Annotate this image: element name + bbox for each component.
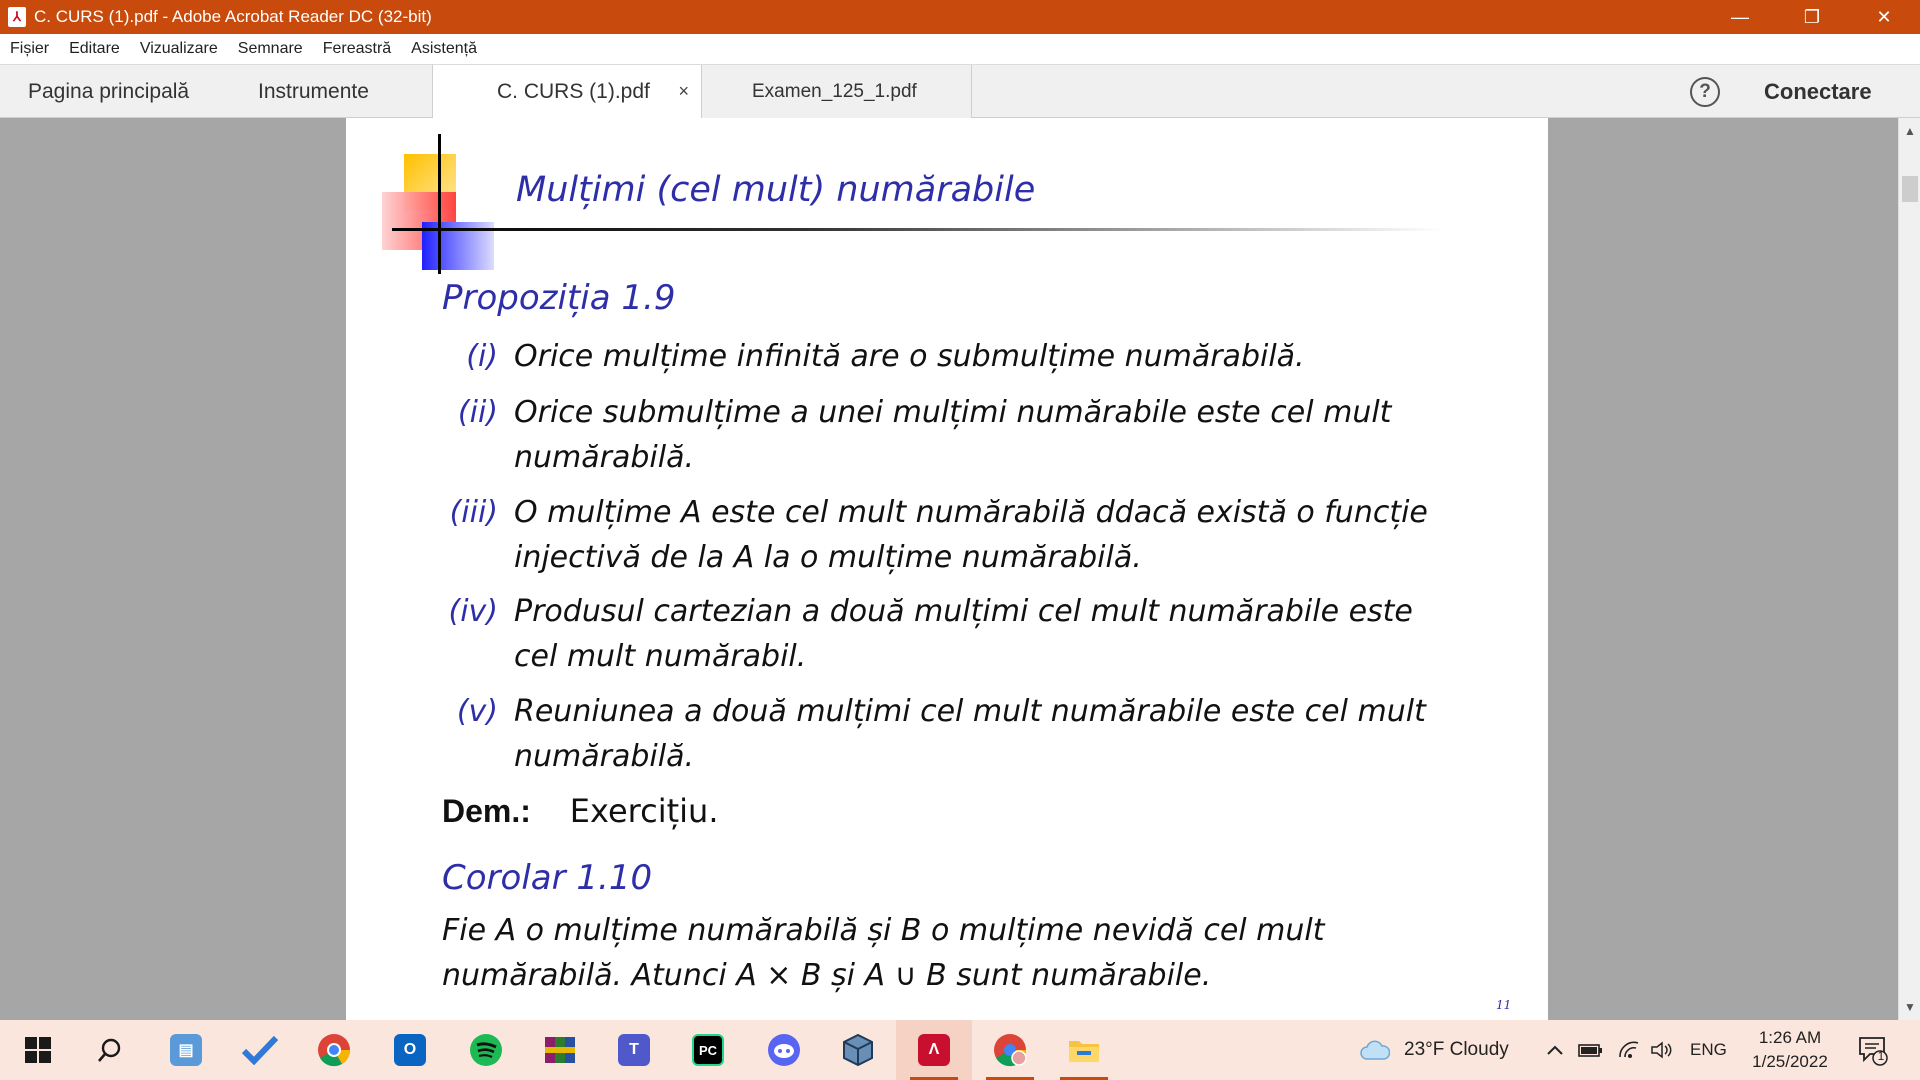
wifi-icon[interactable] [1618,1020,1640,1080]
proposition-heading: Propoziția 1.9 [442,278,676,318]
weather-text: 23°F Cloudy [1404,1039,1509,1060]
item-number: (ii) [457,395,498,430]
title-rule [392,228,1442,231]
connect-button[interactable]: Conectare [1764,65,1872,118]
title-bar: ⅄ C. CURS (1).pdf - Adobe Acrobat Reader… [0,0,1920,34]
cloud-icon [1360,1040,1390,1060]
tab-document-active[interactable]: C. CURS (1).pdf × [432,65,702,118]
proof-label: Dem.: [442,793,531,829]
volume-icon[interactable] [1650,1020,1672,1080]
menu-bar: Fișier Editare Vizualizare Semnare Ferea… [0,34,1920,64]
item-number: (i) [466,339,498,374]
file-explorer-icon[interactable] [1046,1020,1122,1080]
restore-icon[interactable]: ❐ [1776,0,1848,34]
tab-home[interactable]: Pagina principală [28,65,189,118]
item-number: (iv) [448,594,499,629]
weather-widget[interactable]: 23°F Cloudy [1360,1020,1509,1080]
virtualbox-icon[interactable] [820,1020,896,1080]
acrobat-taskbar-icon[interactable]: Λ [896,1020,972,1080]
item-number: (iii) [449,495,498,530]
taskbar: ▤ O T PC Λ 23°F Cloudy ENG 1:26 AM 1/25/… [0,1020,1920,1080]
notification-count: 1 [1877,1049,1885,1063]
proof-line: Dem.: Exercițiu. [442,792,718,830]
menu-edit[interactable]: Editare [69,40,120,58]
document-viewport[interactable]: Mulțimi (cel mult) numărabile Propoziția… [0,118,1898,1020]
scroll-thumb[interactable] [1902,176,1918,202]
tab-document-label: C. CURS (1).pdf [497,79,650,103]
pycharm-icon[interactable]: PC [670,1020,746,1080]
notification-icon[interactable]: 1 [1856,1034,1890,1066]
item-number: (v) [456,694,498,729]
window-title: C. CURS (1).pdf - Adobe Acrobat Reader D… [34,7,432,26]
spotify-icon[interactable] [448,1020,524,1080]
close-icon[interactable]: ✕ [1848,0,1920,34]
menu-file[interactable]: Fișier [10,40,49,58]
start-icon[interactable] [0,1020,76,1080]
clock[interactable]: 1:26 AM 1/25/2022 [1740,1026,1840,1074]
menu-view[interactable]: Vizualizare [140,40,218,58]
scroll-up-icon[interactable]: ▲ [1899,120,1920,142]
menu-window[interactable]: Fereastră [323,40,391,58]
search-icon[interactable] [72,1020,148,1080]
chrome-profile-icon[interactable] [972,1020,1048,1080]
clock-time: 1:26 AM [1758,1028,1822,1047]
scroll-down-icon[interactable]: ▼ [1899,996,1920,1018]
tab-bar: Pagina principală Instrumente C. CURS (1… [0,64,1920,118]
item-text: Orice submulțime a unei mulțimi numărabi… [514,395,1392,475]
menu-sign[interactable]: Semnare [238,40,303,58]
laptop-icon[interactable]: ▤ [148,1020,224,1080]
page-number: 11 [1496,998,1512,1012]
corollary-heading: Corolar 1.10 [442,858,653,898]
show-hidden-icons-icon[interactable] [1546,1020,1564,1080]
outlook-icon[interactable]: O [372,1020,448,1080]
language-indicator[interactable]: ENG [1690,1020,1727,1080]
minimize-icon[interactable]: — [1704,0,1776,34]
winrar-icon[interactable] [522,1020,598,1080]
close-tab-icon[interactable]: × [678,81,689,102]
pdf-page: Mulțimi (cel mult) numărabile Propoziția… [346,118,1548,1020]
discord-icon[interactable] [746,1020,822,1080]
chrome-icon[interactable] [296,1020,372,1080]
todo-icon[interactable] [222,1020,298,1080]
clock-date: 1/25/2022 [1752,1052,1828,1071]
menu-help[interactable]: Asistență [411,40,477,58]
item-text: Produsul cartezian a două mulțimi cel mu… [514,594,1413,674]
item-text: Orice mulțime infinită are o submulțime … [514,339,1305,374]
item-text: O mulțime A este cel mult numărabilă dda… [514,495,1428,575]
vertical-scrollbar[interactable]: ▲ ▼ [1898,118,1920,1020]
corollary-text: Fie A o mulțime numărabilă și B o mulțim… [442,913,1325,993]
acrobat-icon: ⅄ [8,7,26,27]
help-icon[interactable]: ? [1690,77,1720,107]
item-text: Reuniunea a două mulțimi cel mult număra… [514,694,1426,774]
tab-tools[interactable]: Instrumente [258,65,369,118]
battery-icon[interactable] [1578,1020,1604,1080]
tab-document-other-label: Examen_125_1.pdf [752,80,917,102]
decor-vertical-line [438,134,441,274]
proof-value: Exercițiu. [569,792,719,830]
teams-icon[interactable]: T [596,1020,672,1080]
slide-title: Mulțimi (cel mult) numărabile [516,170,1036,210]
tab-document-other[interactable]: Examen_125_1.pdf [702,65,972,118]
